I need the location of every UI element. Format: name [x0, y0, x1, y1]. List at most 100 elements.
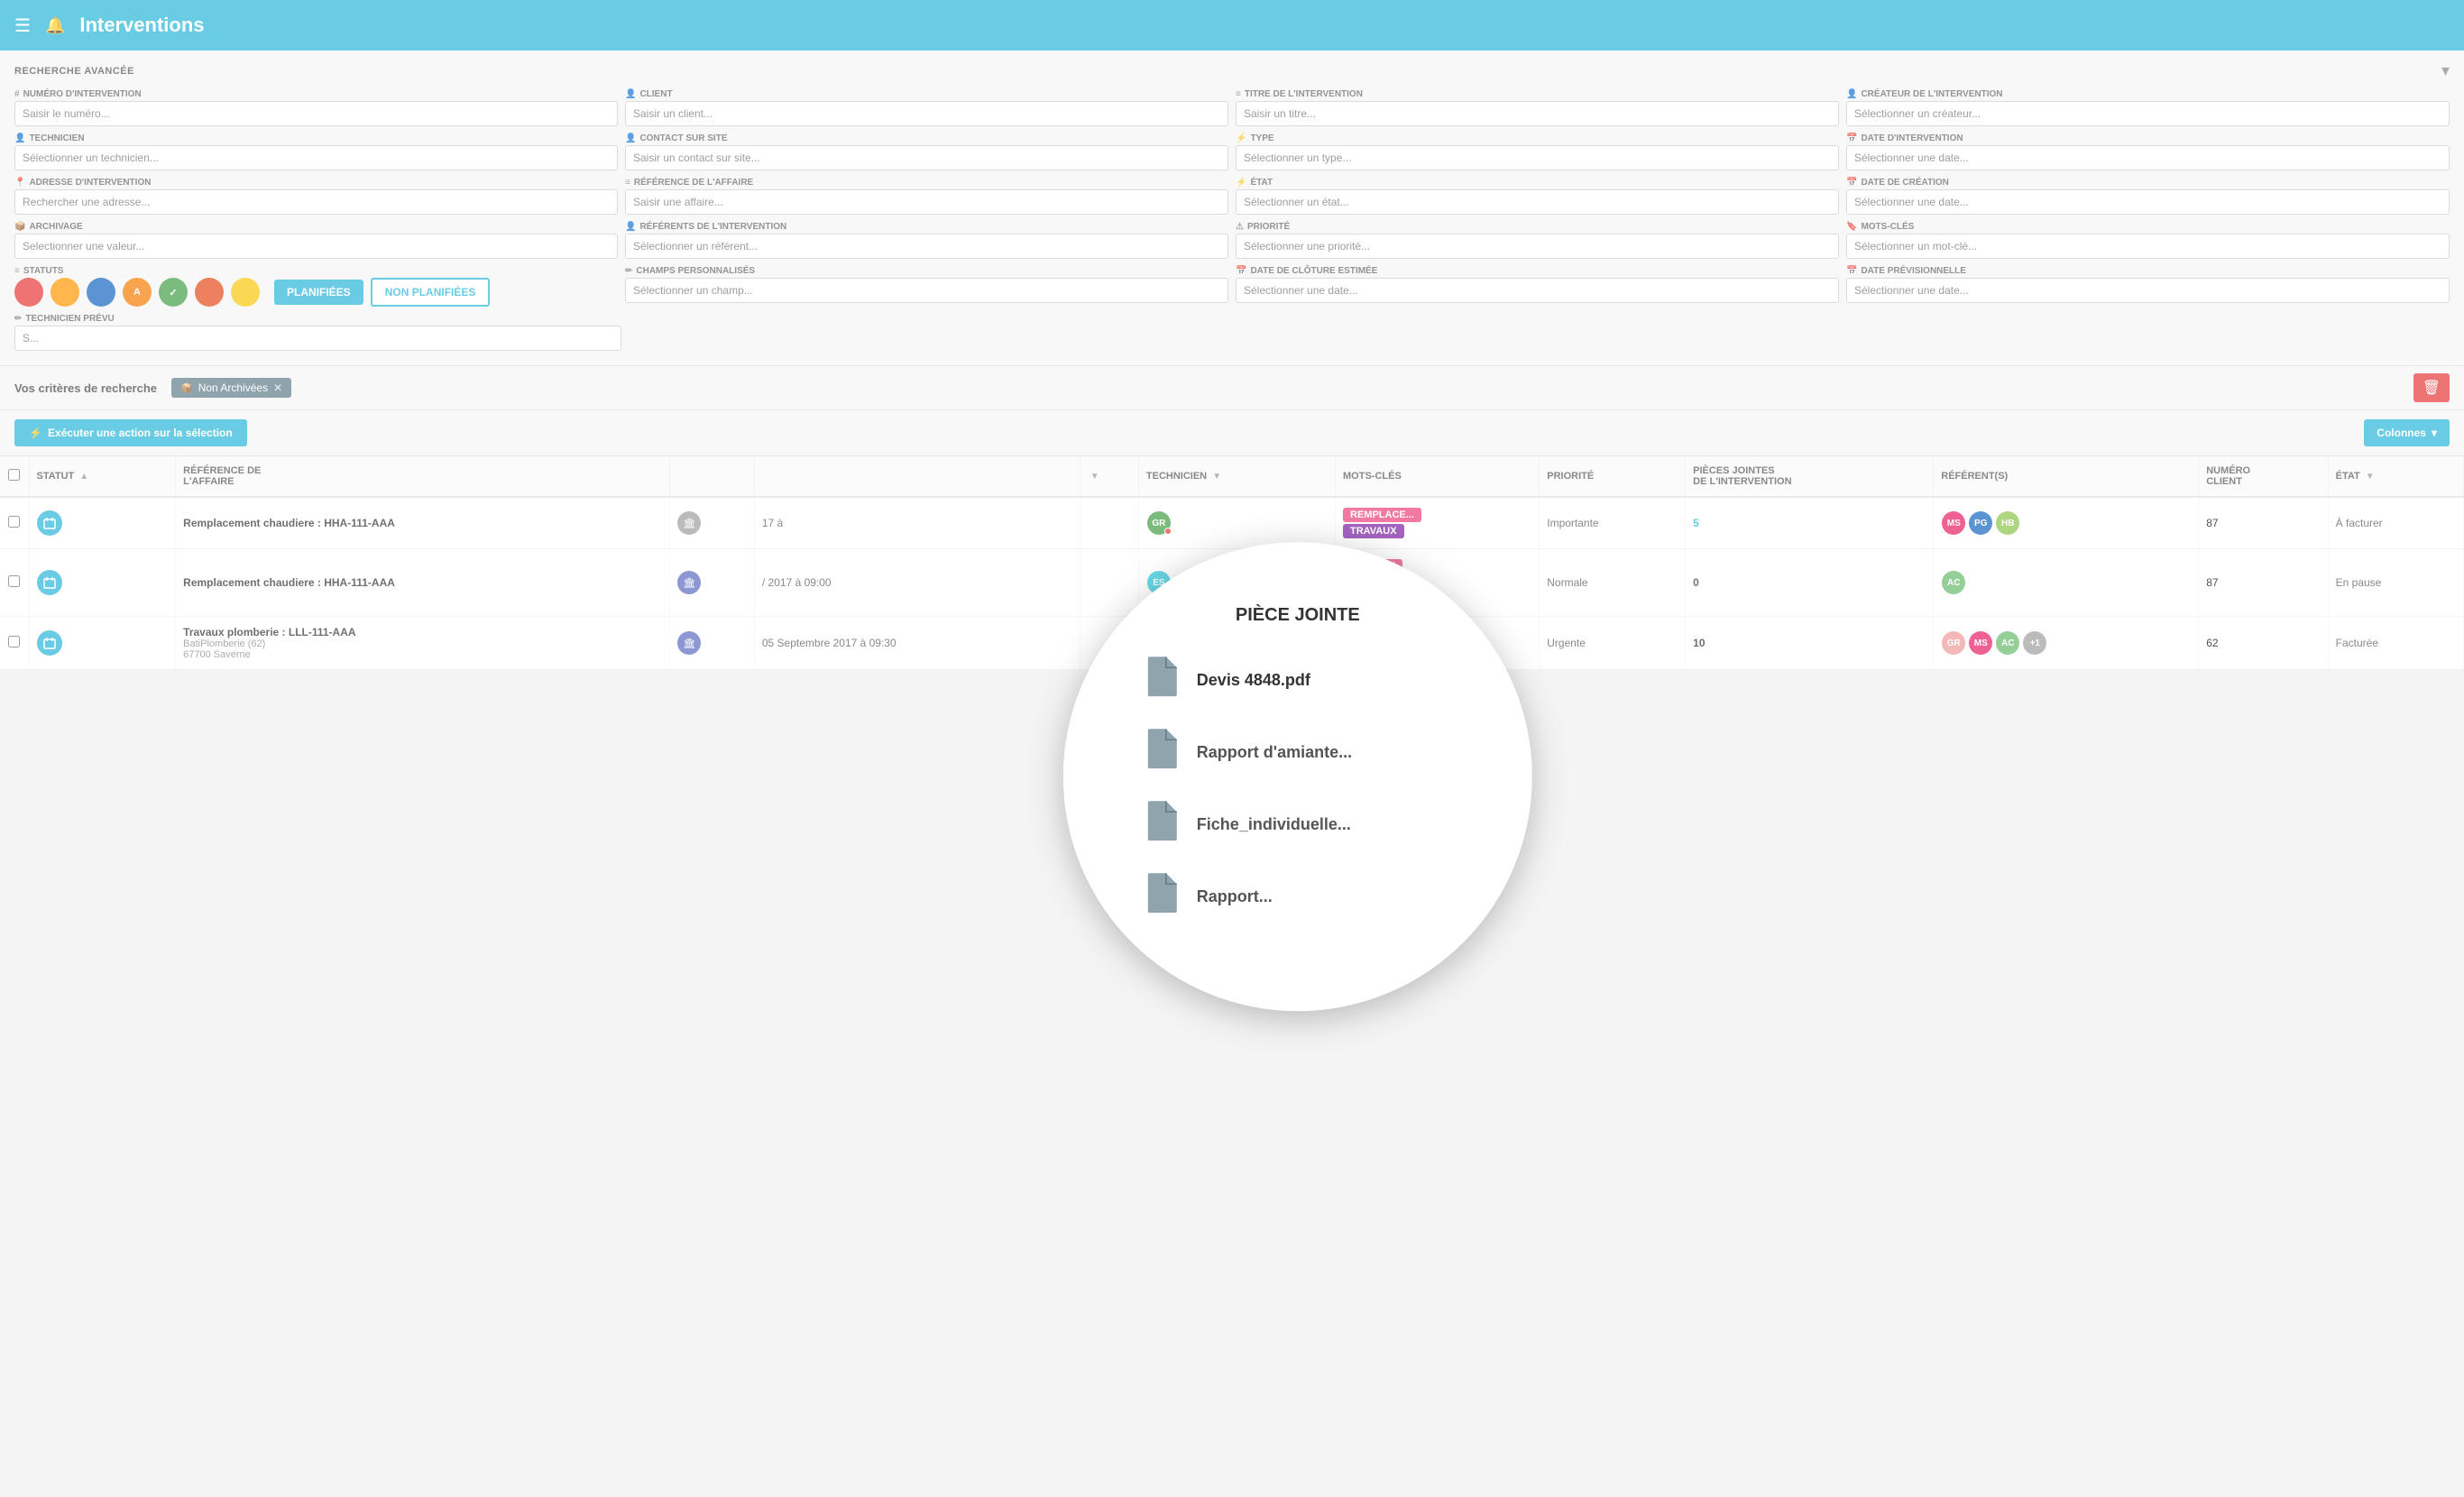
referent-avatar: MS [1969, 631, 1992, 655]
col-mots-cles: MOTS-CLÉS [1336, 456, 1540, 497]
field-champs: ✏ CHAMPS PERSONNALISÉS [625, 266, 1228, 307]
popup-file-name-1: Devis 4848.pdf [1197, 671, 1310, 690]
popup-file-name-3: Fiche_individuelle... [1197, 815, 1351, 834]
titre-input[interactable] [1236, 101, 1839, 126]
col-statut[interactable]: STATUT ▲ [29, 456, 176, 497]
tag-archive-icon: 📦 [180, 382, 193, 394]
colonnes-button[interactable]: Colonnes ▾ [2364, 419, 2450, 446]
file-icon-3 [1145, 799, 1179, 850]
search-panel-title: RECHERCHE AVANCÉE [14, 66, 134, 77]
pieces-count: 0 [1693, 576, 1699, 589]
field-titre: ≡ TITRE DE L'INTERVENTION [1236, 89, 1839, 126]
tag-chip: REMPLACE... [1343, 508, 1421, 522]
criteria-title: Vos critères de recherche [14, 381, 157, 395]
status-dot-green[interactable]: ✓ [159, 278, 188, 307]
etat-label: Facturée [2336, 637, 2378, 649]
row-checkbox[interactable] [8, 636, 20, 647]
popup-title: PIÈCE JOINTE [1236, 605, 1360, 626]
date-cell: 05 Septembre 2017 à 09:30 [762, 637, 896, 649]
popup-file-name-4: Rapport... [1197, 887, 1273, 906]
menu-icon[interactable]: ☰ [14, 14, 31, 37]
ref-sub: BatiPlomberie (62) [183, 638, 662, 649]
status-icon [37, 570, 62, 595]
status-icon [37, 510, 62, 536]
chevron-down-icon: ▾ [2432, 427, 2437, 439]
status-dot-blue[interactable] [87, 278, 115, 307]
file-icon-1 [1145, 655, 1179, 705]
bell-icon[interactable]: 🔔 [45, 16, 65, 35]
referents-input[interactable] [625, 234, 1228, 259]
status-dot-amber[interactable]: A [123, 278, 152, 307]
btn-planifiees[interactable]: PLANIFIÉES [274, 280, 363, 305]
page-title: Interventions [79, 14, 204, 37]
date-creation-input[interactable] [1846, 189, 2450, 215]
mots-cles-input[interactable] [1846, 234, 2450, 259]
popup-item-1[interactable]: Devis 4848.pdf [1145, 655, 1451, 705]
technicien-input[interactable] [14, 145, 618, 170]
status-dot-orange[interactable] [51, 278, 79, 307]
referent-avatar: GR [1942, 631, 1965, 655]
status-dot-yellow[interactable] [231, 278, 260, 307]
createur-input[interactable] [1846, 101, 2450, 126]
criteria-row: Vos critères de recherche 📦 Non Archivée… [0, 366, 2464, 410]
criteria-clear-button[interactable]: 🗑 [2413, 373, 2450, 402]
field-tech-prevu: ✏ TECHNICIEN PRÉVU [14, 314, 621, 351]
field-type: ⚡ TYPE [1236, 133, 1839, 170]
ref-label: Remplacement chaudiere : HHA-111-AAA [183, 576, 395, 589]
field-technicien: 👤 TECHNICIEN [14, 133, 618, 170]
popup-item-2[interactable]: Rapport d'amiante... [1145, 727, 1451, 777]
col-checkbox [0, 456, 29, 497]
contact-input[interactable] [625, 145, 1228, 170]
status-dot-deeporange[interactable] [195, 278, 224, 307]
popup-item-4[interactable]: Rapport... [1145, 871, 1451, 922]
priorite-input[interactable] [1236, 234, 1839, 259]
loc-icon: 🏛 [677, 511, 701, 535]
attachment-popup: PIÈCE JOINTE Devis 4848.pdf Rapport d'am… [1063, 542, 1532, 1011]
execute-action-button[interactable]: ⚡ Exécuter une action sur la sélection [14, 419, 247, 446]
popup-file-name-2: Rapport d'amiante... [1197, 743, 1352, 762]
col-ref-affaire: RÉFÉRENCE DEL'AFFAIRE [176, 456, 670, 497]
popup-item-3[interactable]: Fiche_individuelle... [1145, 799, 1451, 850]
client-input[interactable] [625, 101, 1228, 126]
col-date[interactable]: ▼ [1080, 456, 1138, 497]
field-etat: ⚡ ÉTAT [1236, 178, 1839, 215]
tech-prevu-input[interactable] [14, 326, 621, 351]
btn-non-planifiees[interactable]: NON PLANIFIÉES [371, 278, 491, 307]
reference-input[interactable] [625, 189, 1228, 215]
status-dot-red[interactable] [14, 278, 43, 307]
field-referents: 👤 RÉFÉRENTS DE L'INTERVENTION [625, 222, 1228, 259]
field-contact: 👤 CONTACT SUR SITE [625, 133, 1228, 170]
numero-input[interactable] [14, 101, 618, 126]
loc-icon: 🏛 [677, 571, 701, 594]
etat-label: En pause [2336, 576, 2382, 589]
col-etat[interactable]: ÉTAT ▼ [2328, 456, 2463, 497]
criteria-tag-non-archivees[interactable]: 📦 Non Archivées ✕ [171, 378, 291, 398]
priority-label: Importante [1547, 517, 1598, 529]
referent-avatar: MS [1942, 511, 1965, 535]
pieces-count: 10 [1693, 637, 1705, 649]
pieces-count[interactable]: 5 [1693, 517, 1699, 529]
referent-avatar: AC [1996, 631, 2019, 655]
type-input[interactable] [1236, 145, 1839, 170]
status-icon [37, 630, 62, 656]
priority-label: Urgente [1547, 637, 1586, 649]
field-statuts: ≡ STATUTS A ✓ PLANIFIÉES NON PLANIFIÉES [14, 266, 618, 307]
col-icon [670, 456, 755, 497]
date-cloture-input[interactable] [1236, 278, 1839, 303]
champs-input[interactable] [625, 278, 1228, 303]
row-checkbox[interactable] [8, 516, 20, 528]
row-checkbox[interactable] [8, 575, 20, 587]
etat-input[interactable] [1236, 189, 1839, 215]
tag-close-btn[interactable]: ✕ [273, 381, 282, 394]
date-intervention-input[interactable] [1846, 145, 2450, 170]
col-priorite: PRIORITÉ [1540, 456, 1686, 497]
adresse-input[interactable] [14, 189, 618, 215]
app-header: ☰ 🔔 Interventions [0, 0, 2464, 51]
select-all-checkbox[interactable] [8, 469, 20, 481]
archivage-input[interactable] [14, 234, 618, 259]
table-row: Remplacement chaudiere : HHA-111-AAA 🏛 1… [0, 497, 2464, 549]
date-prev-input[interactable] [1846, 278, 2450, 303]
col-num-client: NUMÉROCLIENT [2199, 456, 2328, 497]
col-technicien[interactable]: TECHNICIEN ▼ [1138, 456, 1335, 497]
collapse-icon[interactable]: ▾ [2441, 61, 2450, 80]
